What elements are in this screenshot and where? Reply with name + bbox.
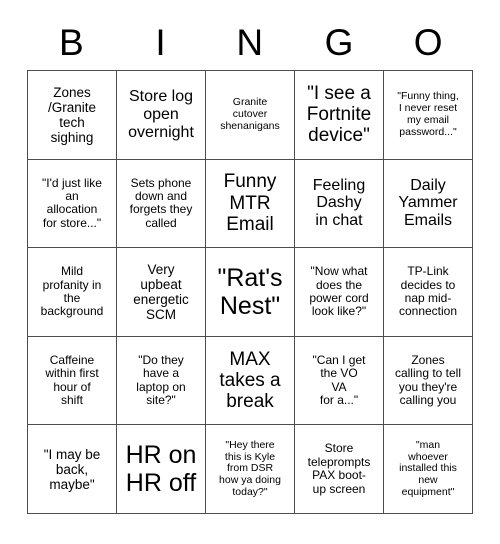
bingo-cell-center[interactable]: "Rat's Nest": [206, 248, 295, 337]
bingo-row: Zones /Granite tech sighing Store log op…: [28, 71, 473, 160]
bingo-cell-text: "I may be back, maybe": [43, 446, 101, 492]
bingo-cell-text: HR on HR off: [125, 441, 197, 498]
bingo-cell[interactable]: Store log open overnight: [117, 71, 206, 160]
bingo-cell[interactable]: "Hey there this is Kyle from DSR how ya …: [206, 425, 295, 514]
bingo-cell[interactable]: "I may be back, maybe": [28, 425, 117, 514]
bingo-cell[interactable]: "Now what does the power cord look like?…: [295, 248, 384, 337]
bingo-cell[interactable]: Feeling Dashy in chat: [295, 159, 384, 249]
bingo-cell-text: "Now what does the power cord look like?…: [309, 264, 369, 319]
bingo-header-letter-b: B: [59, 21, 85, 63]
bingo-header-letter-g: G: [324, 21, 354, 63]
bingo-cell-text: Caffeine within first hour of shift: [45, 352, 99, 408]
bingo-cell[interactable]: TP-Link decides to nap mid- connection: [384, 248, 473, 337]
bingo-cell[interactable]: Mild profanity in the background: [28, 248, 117, 337]
bingo-cell-text: "Funny thing, I never reset my email pas…: [397, 90, 459, 138]
bingo-cell[interactable]: "Funny thing, I never reset my email pas…: [384, 71, 473, 160]
bingo-cell-text: Store teleprompts PAX boot- up screen: [307, 441, 371, 496]
bingo-cell-text: Zones calling to tell you they're callin…: [394, 352, 462, 408]
bingo-cell-text: TP-Link decides to nap mid- connection: [398, 264, 458, 319]
bingo-cell[interactable]: HR on HR off: [117, 425, 206, 514]
bingo-cell-text: Funny MTR Email: [223, 171, 277, 236]
bingo-cell[interactable]: "man whoever installed this new equipmen…: [384, 425, 473, 514]
bingo-cell[interactable]: Granite cutover shenanigans: [206, 71, 295, 160]
bingo-cell-text: "I see a Fortnite device": [306, 82, 372, 147]
bingo-cell[interactable]: Very upbeat energetic SCM: [117, 248, 206, 337]
bingo-cell-text: Daily Yammer Emails: [398, 176, 458, 230]
bingo-header-letter-o: O: [413, 21, 444, 63]
bingo-cell[interactable]: MAX takes a break: [206, 336, 295, 426]
bingo-cell[interactable]: Sets phone down and forgets they called: [117, 159, 206, 249]
bingo-cell-text: "Hey there this is Kyle from DSR how ya …: [219, 438, 281, 498]
bingo-cell[interactable]: "Do they have a laptop on site?": [117, 336, 206, 426]
bingo-cell-text: Granite cutover shenanigans: [220, 96, 280, 132]
bingo-cell[interactable]: "I'd just like an allocation for store..…: [28, 159, 117, 249]
bingo-row: Mild profanity in the background Very up…: [28, 248, 473, 337]
bingo-row: "I'd just like an allocation for store..…: [28, 159, 473, 249]
bingo-cell-text: "I'd just like an allocation for store..…: [42, 175, 102, 230]
bingo-cell-text: Zones /Granite tech sighing: [47, 84, 97, 145]
bingo-row: "I may be back, maybe" HR on HR off "Hey…: [28, 425, 473, 514]
bingo-cell[interactable]: Store teleprompts PAX boot- up screen: [295, 425, 384, 514]
bingo-header-letter-i: I: [155, 21, 167, 63]
bingo-cell-text: "Rat's Nest": [217, 263, 283, 320]
bingo-cell[interactable]: Caffeine within first hour of shift: [28, 336, 117, 426]
bingo-cell[interactable]: Zones /Granite tech sighing: [28, 71, 117, 160]
bingo-cell-text: Very upbeat energetic SCM: [133, 261, 189, 323]
bingo-header-letter-n: N: [236, 21, 264, 63]
bingo-cell-text: Store log open overnight: [128, 87, 194, 141]
bingo-cell-text: "man whoever installed this new equipmen…: [399, 438, 457, 498]
bingo-card: B I N G O Zones /Granite tech sighing St…: [27, 14, 473, 514]
bingo-cell-text: Feeling Dashy in chat: [312, 176, 366, 230]
bingo-row: Caffeine within first hour of shift "Do …: [28, 336, 473, 426]
bingo-cell[interactable]: "Can I get the VO VA for a...": [295, 336, 384, 426]
bingo-cell-text: "Can I get the VO VA for a...": [312, 352, 366, 408]
bingo-cell-text: "Do they have a laptop on site?": [136, 352, 186, 408]
bingo-cell[interactable]: "I see a Fortnite device": [295, 71, 384, 160]
bingo-grid: Zones /Granite tech sighing Store log op…: [27, 70, 473, 514]
bingo-cell[interactable]: Funny MTR Email: [206, 159, 295, 249]
bingo-header: B I N G O: [27, 14, 473, 70]
bingo-cell[interactable]: Daily Yammer Emails: [384, 159, 473, 249]
bingo-cell[interactable]: Zones calling to tell you they're callin…: [384, 336, 473, 426]
bingo-cell-text: Sets phone down and forgets they called: [129, 175, 193, 230]
bingo-cell-text: Mild profanity in the background: [40, 264, 104, 319]
bingo-cell-text: MAX takes a break: [219, 348, 281, 413]
